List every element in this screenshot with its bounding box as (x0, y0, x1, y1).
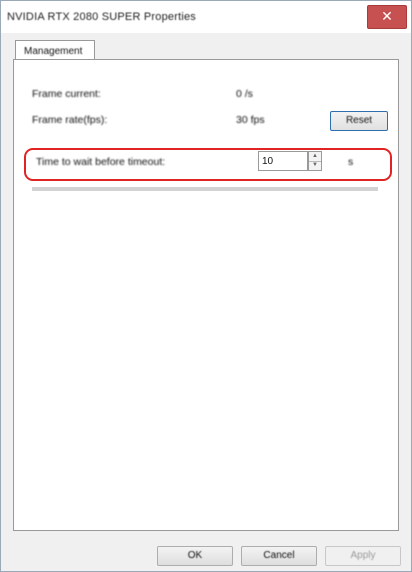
frame-current-label: Frame current: (32, 88, 101, 100)
frame-current-value: 0 /s (236, 88, 253, 100)
timeout-unit: s (348, 156, 354, 168)
properties-dialog: NVIDIA RTX 2080 SUPER Properties ✕ Manag… (0, 0, 412, 572)
spin-down-icon[interactable]: ▼ (309, 161, 321, 170)
close-button[interactable]: ✕ (367, 5, 407, 29)
timeout-label: Time to wait before timeout: (36, 156, 166, 168)
apply-button[interactable]: Apply (325, 546, 401, 566)
cancel-button[interactable]: Cancel (241, 546, 317, 566)
separator (32, 187, 378, 191)
ok-button[interactable]: OK (157, 546, 233, 566)
tab-management[interactable]: Management (15, 40, 95, 60)
frame-rate-value: 30 fps (236, 114, 265, 126)
tab-panel: Frame current: 0 /s Frame rate(fps): 30 … (13, 59, 399, 531)
window-title: NVIDIA RTX 2080 SUPER Properties (7, 11, 196, 23)
ok-button-label: OK (187, 550, 203, 561)
title-bar: NVIDIA RTX 2080 SUPER Properties ✕ (1, 1, 411, 33)
tab-label: Management (24, 46, 83, 57)
frame-rate-label: Frame rate(fps): (32, 114, 108, 126)
cancel-button-label: Cancel (263, 550, 295, 561)
timeout-input[interactable] (258, 151, 308, 171)
reset-button-label: Reset (345, 115, 373, 126)
reset-button[interactable]: Reset (330, 111, 388, 131)
apply-button-label: Apply (350, 550, 376, 561)
timeout-spinner: ▲ ▼ (308, 151, 322, 171)
close-icon: ✕ (381, 8, 393, 24)
